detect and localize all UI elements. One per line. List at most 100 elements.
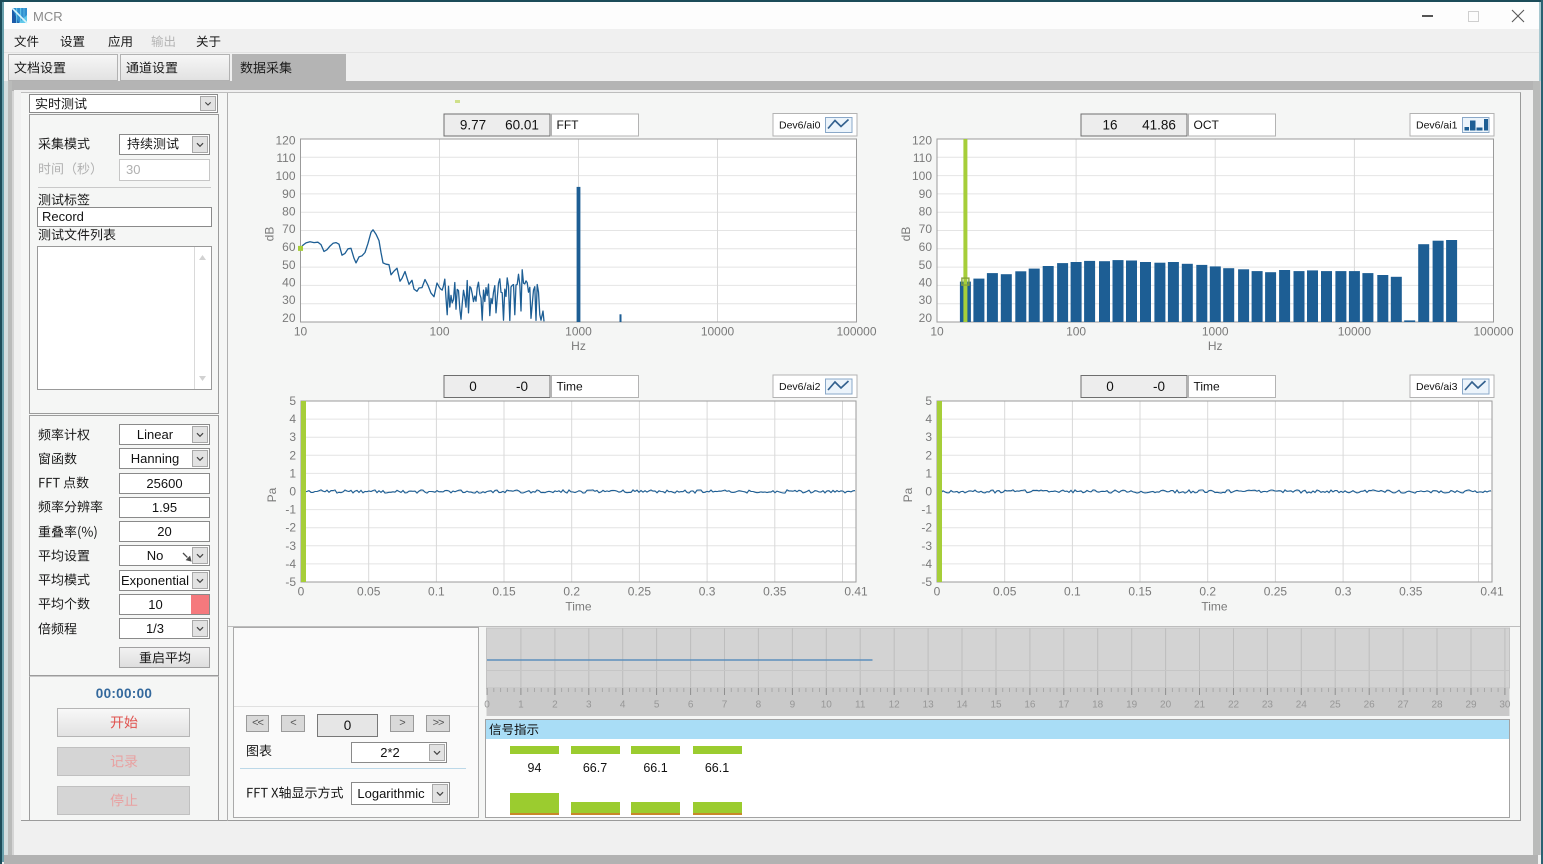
svg-text:0.3: 0.3 bbox=[1335, 585, 1352, 599]
svg-text:13: 13 bbox=[923, 700, 935, 711]
svg-text:60: 60 bbox=[282, 240, 296, 254]
svg-text:3: 3 bbox=[586, 700, 592, 711]
svg-text:0.2: 0.2 bbox=[1199, 585, 1216, 599]
svg-text:40: 40 bbox=[919, 276, 933, 290]
svg-text:FFT: FFT bbox=[557, 118, 580, 132]
svg-text:-2: -2 bbox=[285, 521, 296, 535]
svg-text:Dev6/ai1: Dev6/ai1 bbox=[1416, 120, 1458, 132]
svg-text:2: 2 bbox=[552, 700, 558, 711]
svg-text:0.2: 0.2 bbox=[563, 585, 580, 599]
svg-text:21: 21 bbox=[1194, 700, 1206, 711]
svg-text:41.86: 41.86 bbox=[1142, 118, 1176, 133]
svg-text:120: 120 bbox=[275, 134, 295, 148]
svg-text:0: 0 bbox=[1106, 379, 1114, 394]
svg-text:16: 16 bbox=[1102, 118, 1117, 133]
svg-text:Time: Time bbox=[1194, 380, 1221, 394]
svg-text:17: 17 bbox=[1058, 700, 1070, 711]
svg-text:-0: -0 bbox=[516, 379, 528, 394]
svg-text:20: 20 bbox=[282, 311, 296, 325]
svg-text:0.05: 0.05 bbox=[993, 585, 1017, 599]
svg-text:4: 4 bbox=[289, 412, 296, 426]
svg-text:23: 23 bbox=[1262, 700, 1274, 711]
svg-text:7: 7 bbox=[722, 700, 728, 711]
svg-text:0: 0 bbox=[469, 379, 477, 394]
svg-text:3: 3 bbox=[289, 430, 296, 444]
svg-text:1: 1 bbox=[518, 700, 524, 711]
svg-text:0.15: 0.15 bbox=[1128, 585, 1152, 599]
svg-text:Dev6/ai2: Dev6/ai2 bbox=[779, 381, 821, 393]
svg-text:5: 5 bbox=[289, 394, 296, 408]
svg-text:Dev6/ai0: Dev6/ai0 bbox=[779, 120, 821, 132]
svg-text:100: 100 bbox=[912, 169, 932, 183]
svg-text:1000: 1000 bbox=[1202, 325, 1229, 339]
svg-text:110: 110 bbox=[276, 151, 295, 165]
svg-text:110: 110 bbox=[913, 151, 932, 165]
svg-text:10: 10 bbox=[930, 325, 944, 339]
svg-text:3: 3 bbox=[925, 430, 932, 444]
svg-text:-4: -4 bbox=[921, 557, 932, 571]
svg-text:0: 0 bbox=[289, 485, 296, 499]
svg-text:30: 30 bbox=[1499, 700, 1511, 711]
svg-text:Hz: Hz bbox=[571, 339, 586, 353]
svg-text:100: 100 bbox=[275, 169, 295, 183]
svg-text:80: 80 bbox=[282, 205, 296, 219]
svg-text:9.77: 9.77 bbox=[460, 118, 486, 133]
svg-text:0.05: 0.05 bbox=[357, 585, 381, 599]
svg-text:-2: -2 bbox=[921, 521, 932, 535]
svg-text:50: 50 bbox=[919, 258, 933, 272]
svg-text:1: 1 bbox=[289, 466, 296, 480]
svg-text:0.41: 0.41 bbox=[844, 585, 868, 599]
svg-text:0.3: 0.3 bbox=[699, 585, 716, 599]
svg-text:0: 0 bbox=[934, 585, 941, 599]
svg-text:-4: -4 bbox=[285, 557, 296, 571]
svg-text:100: 100 bbox=[429, 325, 449, 339]
svg-text:0.25: 0.25 bbox=[628, 585, 652, 599]
svg-text:10000: 10000 bbox=[1338, 325, 1372, 339]
svg-text:100: 100 bbox=[1066, 325, 1086, 339]
svg-text:6: 6 bbox=[688, 700, 694, 711]
svg-text:Time: Time bbox=[565, 600, 592, 614]
svg-text:22: 22 bbox=[1228, 700, 1240, 711]
svg-text:Time: Time bbox=[557, 380, 584, 394]
svg-text:0.35: 0.35 bbox=[1399, 585, 1423, 599]
svg-text:12: 12 bbox=[889, 700, 901, 711]
svg-text:18: 18 bbox=[1092, 700, 1104, 711]
svg-text:16: 16 bbox=[1024, 700, 1036, 711]
svg-text:5: 5 bbox=[654, 700, 660, 711]
svg-text:-0: -0 bbox=[1153, 379, 1165, 394]
svg-text:0: 0 bbox=[298, 585, 305, 599]
svg-text:dB: dB bbox=[263, 227, 277, 242]
svg-text:40: 40 bbox=[282, 276, 296, 290]
svg-text:26: 26 bbox=[1364, 700, 1376, 711]
svg-text:27: 27 bbox=[1398, 700, 1410, 711]
svg-text:9: 9 bbox=[790, 700, 796, 711]
svg-text:-1: -1 bbox=[921, 503, 932, 517]
svg-text:1: 1 bbox=[925, 466, 932, 480]
svg-text:Pa: Pa bbox=[265, 487, 279, 502]
svg-text:0.25: 0.25 bbox=[1264, 585, 1288, 599]
svg-text:-3: -3 bbox=[921, 539, 932, 553]
svg-text:90: 90 bbox=[282, 187, 296, 201]
svg-text:5: 5 bbox=[925, 394, 932, 408]
svg-text:90: 90 bbox=[919, 187, 933, 201]
svg-text:Hz: Hz bbox=[1208, 339, 1223, 353]
svg-text:0.15: 0.15 bbox=[492, 585, 516, 599]
svg-text:80: 80 bbox=[919, 205, 933, 219]
svg-text:0.1: 0.1 bbox=[428, 585, 445, 599]
svg-text:1000: 1000 bbox=[565, 325, 592, 339]
svg-text:10: 10 bbox=[821, 700, 833, 711]
svg-text:0: 0 bbox=[484, 700, 490, 711]
svg-text:4: 4 bbox=[620, 700, 626, 711]
svg-text:50: 50 bbox=[282, 258, 296, 272]
svg-text:19: 19 bbox=[1126, 700, 1138, 711]
svg-text:20: 20 bbox=[919, 311, 933, 325]
svg-text:4: 4 bbox=[925, 412, 932, 426]
svg-text:OCT: OCT bbox=[1194, 118, 1220, 132]
svg-text:dB: dB bbox=[899, 227, 913, 242]
svg-text:10: 10 bbox=[294, 325, 308, 339]
svg-text:Time: Time bbox=[1201, 600, 1228, 614]
svg-text:10000: 10000 bbox=[701, 325, 735, 339]
svg-text:8: 8 bbox=[756, 700, 762, 711]
svg-text:20: 20 bbox=[1160, 700, 1172, 711]
svg-text:120: 120 bbox=[912, 134, 932, 148]
